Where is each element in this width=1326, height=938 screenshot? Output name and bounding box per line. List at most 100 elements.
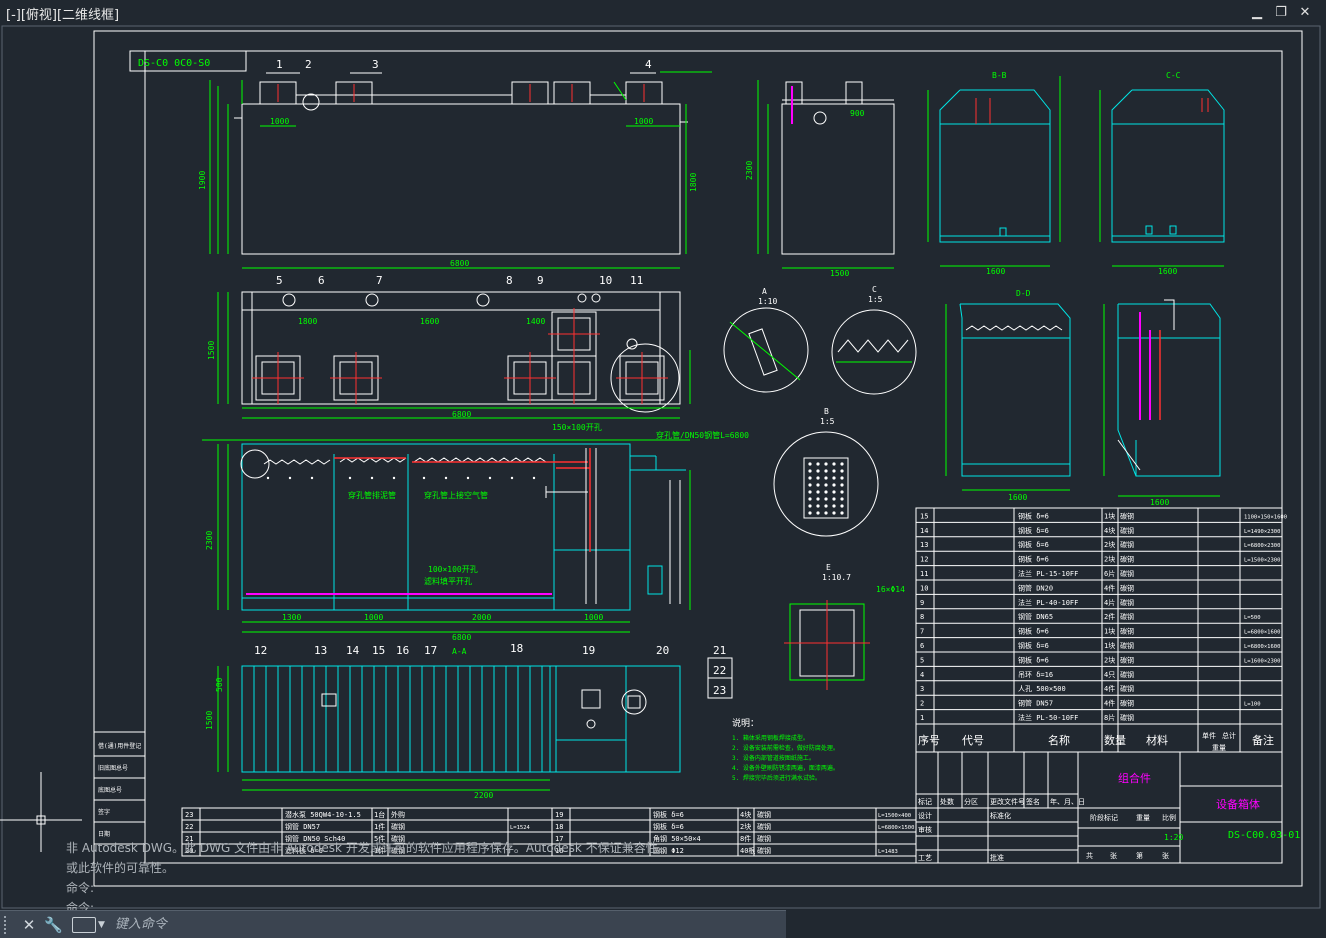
bom-header-qty: 数量 — [1104, 734, 1126, 747]
view-section-e — [1117, 303, 1221, 477]
left-strip-label: 底图总号 — [98, 786, 122, 794]
view-plan-lower-fittings — [321, 689, 647, 729]
section-label-aa: A-A — [452, 647, 467, 656]
perforation-hole — [808, 476, 812, 480]
dim-1600-e: 1600 — [1150, 498, 1169, 507]
balloon-2: 2 — [305, 58, 312, 71]
bom-cell-qty: 6片 — [1104, 569, 1115, 578]
bom-cell-name: 钢管 DN57 — [1018, 699, 1053, 708]
left-strip-label: 借(通)用件登记 — [98, 742, 141, 750]
dim-1500-b: 1500 — [205, 711, 214, 730]
bom-header-code: 代号 — [962, 734, 984, 747]
detail-c — [831, 309, 917, 395]
balloon-15: 15 — [372, 644, 385, 657]
section-label-bb: B-B — [992, 71, 1007, 80]
balloon-12: 12 — [254, 644, 267, 657]
title-block-label: 审核 — [918, 825, 932, 834]
bom-lower-cell-qty: 8件 — [740, 834, 751, 843]
title-block-label: 工艺 — [918, 854, 932, 862]
title-block-label: 更改文件号 — [990, 797, 1025, 806]
view-side — [781, 81, 895, 255]
balloon-3: 3 — [372, 58, 379, 71]
bom-cell-no: 15 — [920, 512, 928, 520]
perforation-hole — [824, 504, 828, 508]
title-block-label: 阶段标记 — [1090, 813, 1118, 822]
section-label-dd: D-D — [1016, 289, 1031, 298]
dd-wave — [965, 325, 1063, 331]
view-section-e-dims — [1103, 304, 1220, 497]
dim-2200-a: 2200 — [474, 791, 493, 800]
sheet-outer-border — [93, 30, 1303, 887]
perforation-hole — [816, 511, 820, 515]
drag-handle-icon[interactable] — [4, 915, 14, 934]
wrench-icon[interactable]: 🔧 — [44, 916, 63, 934]
left-strip-label: 签字 — [98, 808, 110, 816]
title-block-label: 签名 — [1026, 797, 1040, 806]
left-strip-label: 旧底图总号 — [98, 764, 128, 772]
detail-scale-b: 1:5 — [820, 417, 835, 426]
title-block-label: 张 — [1162, 851, 1169, 860]
perforation-hole — [840, 511, 844, 515]
balloon-21: 21 — [713, 644, 726, 657]
bom-cell-note: L=500 — [1244, 615, 1261, 621]
bom-cell-material: 碳钢 — [1120, 612, 1134, 621]
bom-cell-no: 12 — [920, 556, 928, 564]
bom-lower-cell-qty: 4块 — [740, 810, 751, 819]
bom-cell-qty: 4片 — [1104, 598, 1115, 607]
bom-cell-name: 钢板 δ=6 — [1018, 540, 1049, 549]
dim-2000-a: 2000 — [472, 613, 491, 622]
bom-cell-qty: 4只 — [1104, 671, 1115, 679]
bom-lower-cell-material: 碳钢 — [391, 822, 405, 831]
view-plan — [241, 291, 681, 405]
command-input[interactable] — [112, 916, 757, 933]
bom-cell-no: 11 — [920, 570, 928, 578]
bom-header-total: 总计 — [1222, 731, 1236, 740]
perforation-hole — [832, 462, 836, 466]
balloon-8: 8 — [506, 274, 513, 287]
view-section-e-pipes — [1117, 299, 1175, 471]
balloon-6: 6 — [318, 274, 325, 287]
perforation-hole — [824, 511, 828, 515]
bom-cell-qty: 2块 — [1104, 555, 1115, 564]
balloon-14: 14 — [346, 644, 360, 657]
bom-header-note: 备注 — [1252, 733, 1274, 747]
view-section-cc-red — [1201, 98, 1209, 112]
title-block-label: 重量 — [1136, 814, 1150, 822]
bom-cell-qty: 4块 — [1104, 526, 1115, 535]
detail-label-c: C — [872, 285, 877, 294]
bom-cell-material: 碳钢 — [1120, 555, 1134, 564]
close-icon[interactable]: ✕ — [20, 916, 38, 934]
view-section-aa-wave — [263, 457, 547, 465]
perforation-hole — [816, 504, 820, 508]
title-scale: 1:20 — [1164, 833, 1183, 842]
bom-cell-name: 钢管 DN65 — [1018, 612, 1053, 621]
pump-icon — [647, 565, 663, 595]
bom-cell-qty: 2块 — [1104, 655, 1115, 664]
bom-lower-cell-material: 碳钢 — [757, 822, 771, 831]
detail-label-b: B — [824, 407, 829, 416]
perforation-hole — [824, 462, 828, 466]
bom-cell-note: L=100 — [1244, 702, 1261, 708]
view-front-elevation-red — [277, 84, 645, 102]
dim-1600-c: 1600 — [1158, 267, 1177, 276]
command-prompt-icon[interactable] — [72, 916, 96, 933]
dim-1000-a: 1000 — [270, 117, 289, 126]
view-section-bb-dims — [927, 76, 1061, 267]
title-block-labels: 标记 处数 分区 更改文件号 签名 年、月、日设计 标准化审核工艺 批准 阶段标记 重量 比例共 张 第… — [918, 797, 1176, 862]
cad-drawing-canvas[interactable]: DS-C0 0C0-S0 6800 1900 1800 1000 1000 1 … — [0, 0, 1326, 937]
bom-lower-cell-qty: 1台 — [374, 810, 385, 819]
bom-lower-cell-note: L=1500×400 — [878, 813, 911, 819]
balloon-23: 23 — [713, 684, 726, 697]
dim-2300-a: 2300 — [205, 531, 214, 550]
perforation-hole — [824, 476, 828, 480]
bom-cell-name: 法兰 PL-50-10FF — [1018, 713, 1078, 722]
perforation-hole — [816, 462, 820, 466]
bom-lower-cell-no: 22 — [185, 823, 193, 831]
bom-cell-note: L=6800×1600 — [1244, 644, 1280, 650]
bom-lower-cell-name: 潜水泵 50QW4-10-1.5 — [285, 810, 361, 819]
chevron-down-icon[interactable]: ▼ — [98, 920, 105, 930]
balloon-17: 17 — [424, 644, 437, 657]
dim-1600-d: 1600 — [1008, 493, 1027, 502]
view-plan-manholes — [255, 293, 680, 413]
perforation-hole — [816, 469, 820, 473]
